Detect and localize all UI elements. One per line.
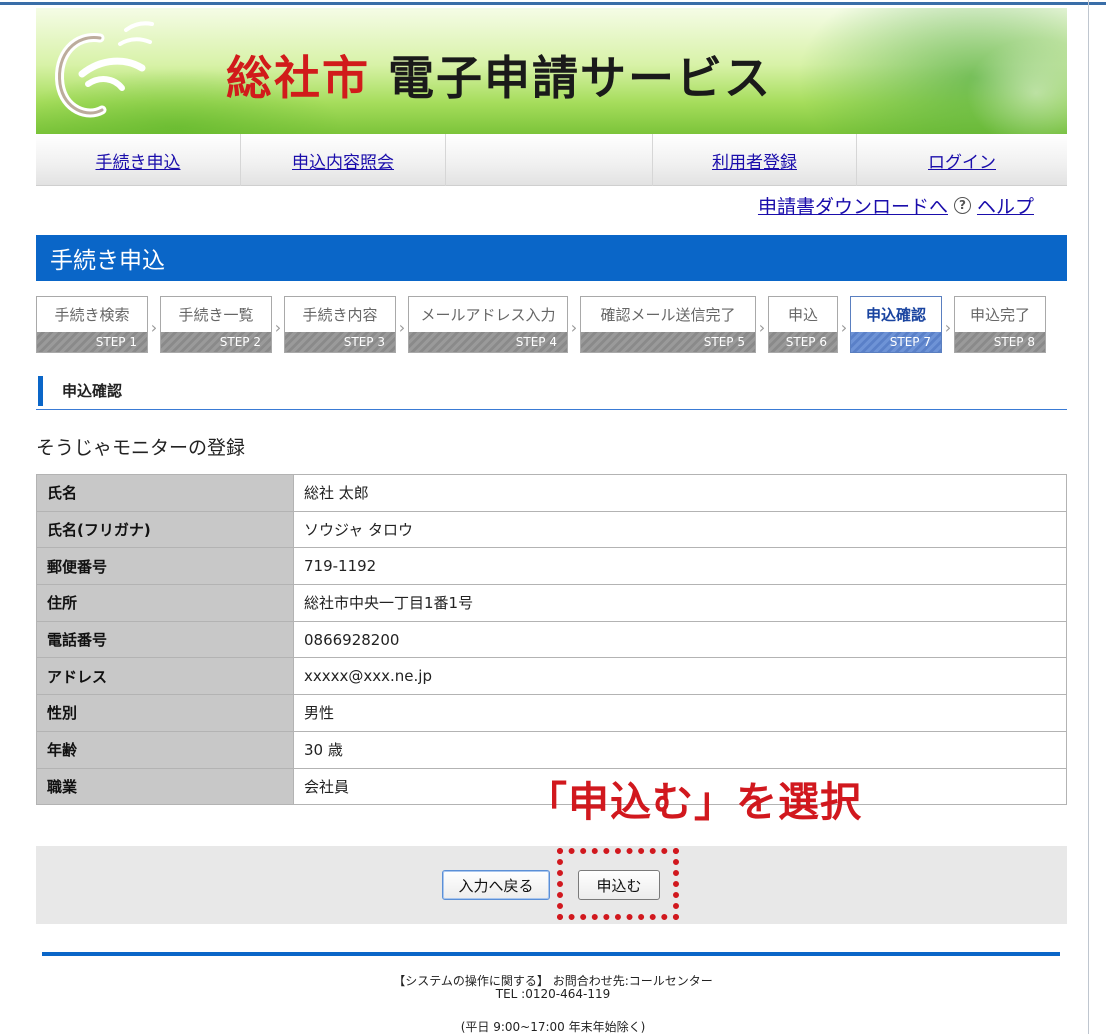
row-label: 性別 [36,694,294,732]
table-row: 性別 男性 [36,694,1067,732]
row-label: 職業 [36,767,294,806]
instruction-annotation: 「申込む」を選択 [526,778,862,826]
step-3: 手続き内容 STEP 3 [284,296,396,353]
row-value: 0866928200 [293,620,1067,659]
city-logo-icon [55,21,154,118]
header-banner: 総社市 電子申請サービス [36,8,1067,134]
footer-hours: (平日 9:00~17:00 年末年始除く) [460,1020,646,1034]
row-label: 氏名 [36,474,294,512]
download-link[interactable]: 申請書ダウンロードへ [758,192,948,219]
window-right-border [1088,0,1089,1034]
row-value: 男性 [293,694,1067,732]
nav-item-register: 利用者登録 [653,134,857,186]
page: 総社市 電子申請サービス 手続き申込 申込内容照会 利用者登録 ログイン 申請書… [0,0,1106,1034]
step-arrow-icon: › [274,318,282,337]
step-2: 手続き一覧 STEP 2 [160,296,272,353]
row-label: アドレス [36,657,294,696]
step-progress: 手続き検索 STEP 1 › 手続き一覧 STEP 2 › 手続き内容 STEP… [36,296,1046,354]
row-value: xxxxx@xxx.ne.jp [293,657,1067,696]
nav-link-inquiry[interactable]: 申込内容照会 [292,148,394,173]
button-area: 入力へ戻る 申込む [36,846,1067,924]
nav-link-register[interactable]: 利用者登録 [712,148,797,173]
row-label: 氏名(フリガナ) [36,510,294,549]
step-1: 手続き検索 STEP 1 [36,296,148,353]
row-value: 総社 太郎 [293,474,1067,512]
table-row: 電話番号 0866928200 [36,620,1067,659]
table-row: 氏名 総社 太郎 [36,474,1067,512]
form-title: そうじゃモニターの登録 [36,437,246,459]
row-value: 719-1192 [293,547,1067,586]
step-5: 確認メール送信完了 STEP 5 [580,296,756,353]
nav-link-procedure[interactable]: 手続き申込 [96,148,181,173]
step-arrow-icon: › [840,318,848,337]
step-4: メールアドレス入力 STEP 4 [408,296,568,353]
step-arrow-icon: › [398,318,406,337]
nav-item-inquiry: 申込内容照会 [241,134,446,186]
step-7: 申込確認 STEP 7 [850,296,942,353]
utility-links: 申請書ダウンロードへ ? ヘルプ [758,190,1034,220]
page-title: 手続き申込 [36,235,1067,281]
section-heading: 申込確認 [36,374,1067,410]
window-top-border [0,0,1106,6]
table-row: 氏名(フリガナ) ソウジャ タロウ [36,510,1067,549]
table-row: 年齢 30 歳 [36,730,1067,769]
table-row: 郵便番号 719-1192 [36,547,1067,586]
back-to-input-button[interactable]: 入力へ戻る [442,870,550,900]
row-label: 電話番号 [36,620,294,659]
footer-phone: TEL :0120-464-119 [495,987,611,1001]
step-arrow-icon: › [150,318,158,337]
step-8: 申込完了 STEP 8 [954,296,1046,353]
city-name: 総社市 [226,51,370,105]
apply-highlight-box [557,848,679,920]
row-value: ソウジャ タロウ [293,510,1067,549]
section-heading-text: 申込確認 [62,382,123,400]
confirmation-table: 氏名 総社 太郎 氏名(フリガナ) ソウジャ タロウ 郵便番号 719-1192… [36,474,1067,806]
nav-item-procedure: 手続き申込 [36,134,241,186]
row-value: 総社市中央一丁目1番1号 [293,584,1067,622]
footer-divider [42,952,1060,956]
row-label: 年齢 [36,730,294,769]
nav-item-login: ログイン [857,134,1067,186]
nav-item-empty [446,134,653,186]
row-label: 郵便番号 [36,547,294,586]
help-link[interactable]: ヘルプ [977,192,1034,219]
table-row: 住所 総社市中央一丁目1番1号 [36,584,1067,622]
table-row: アドレス xxxxx@xxx.ne.jp [36,657,1067,696]
step-arrow-icon: › [758,318,766,337]
nav-link-login[interactable]: ログイン [928,148,996,173]
step-arrow-icon: › [570,318,578,337]
row-value: 30 歳 [293,730,1067,769]
main-nav: 手続き申込 申込内容照会 利用者登録 ログイン [36,134,1067,186]
help-circle-icon[interactable]: ? [953,196,971,214]
row-label: 住所 [36,584,294,622]
service-name: 電子申請サービス [388,51,772,105]
step-6: 申込 STEP 6 [768,296,838,353]
step-arrow-icon: › [944,318,952,337]
